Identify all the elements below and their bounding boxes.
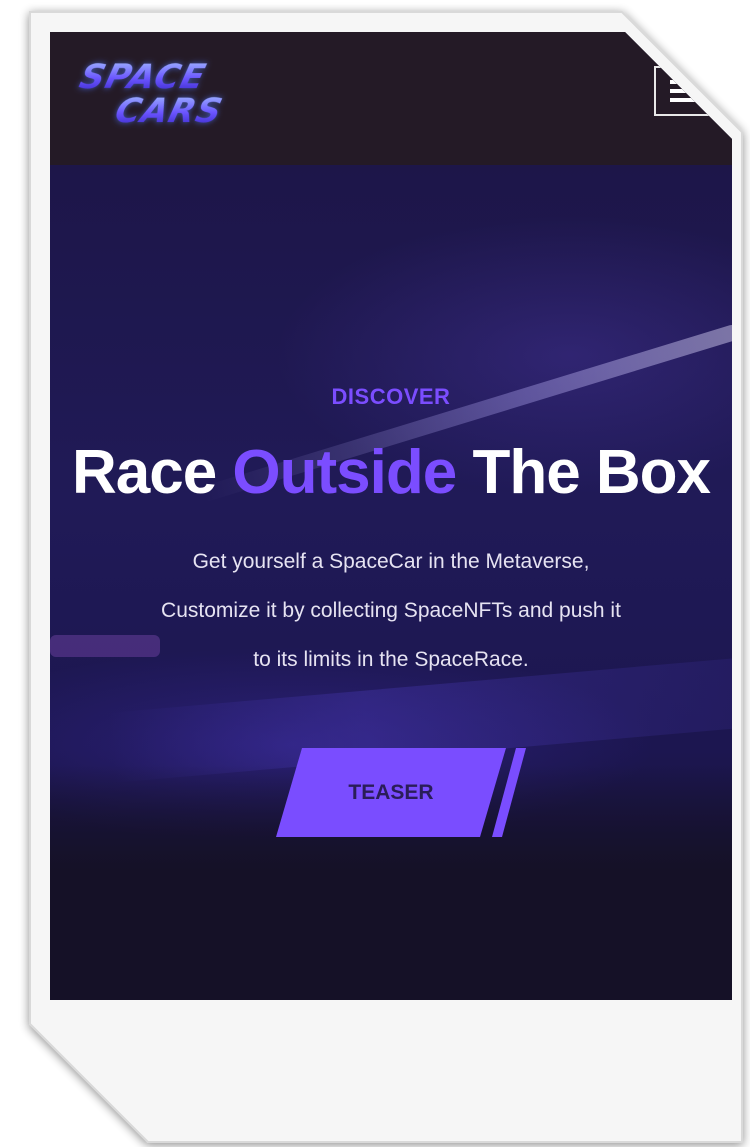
hero-description-line: Get yourself a SpaceCar in the Metaverse… xyxy=(192,550,590,573)
logo-text-line2: CARS xyxy=(68,91,261,131)
headline-part2: The Box xyxy=(456,438,711,507)
site-header: SPACE CARS xyxy=(50,32,732,165)
teaser-button[interactable] xyxy=(276,748,506,837)
headline-part1: Race xyxy=(71,438,233,507)
page-canvas: SPACE CARS DISCOVER Race Outside The Box… xyxy=(0,0,750,1147)
hero-headline: Race Outside The Box xyxy=(50,437,732,509)
logo-text-line1: SPACE xyxy=(76,57,269,97)
hero-description: Get yourself a SpaceCar in the Metaverse… xyxy=(66,537,716,684)
spacecars-logo[interactable]: SPACE CARS xyxy=(67,57,269,131)
hero-description-line: Customize it by collecting SpaceNFTs and… xyxy=(161,599,621,622)
headline-accent: Outside xyxy=(232,438,457,507)
hero-section: DISCOVER Race Outside The Box Get yourse… xyxy=(50,165,732,1000)
hero-eyebrow: DISCOVER xyxy=(331,384,451,409)
hero-description-line: to its limits in the SpaceRace. xyxy=(253,648,529,671)
phone-screen: SPACE CARS DISCOVER Race Outside The Box… xyxy=(50,32,732,1000)
